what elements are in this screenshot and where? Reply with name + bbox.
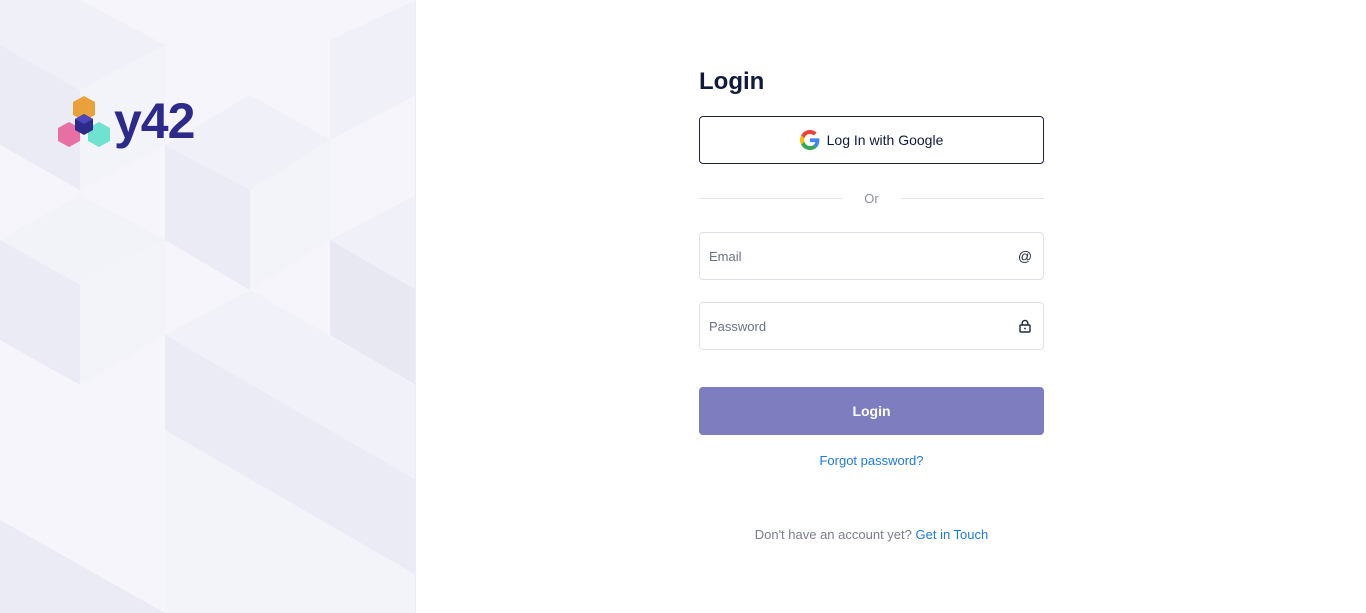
isometric-background	[0, 0, 415, 613]
or-divider: Or	[699, 188, 1045, 208]
email-field-wrapper: @	[699, 232, 1044, 280]
login-form: Login Log In with Google Or @	[699, 62, 1045, 542]
google-icon	[799, 130, 820, 150]
divider-line-left	[699, 197, 843, 199]
password-field-wrapper	[699, 302, 1044, 350]
google-login-button[interactable]: Log In with Google	[699, 116, 1044, 164]
page-title: Login	[699, 68, 765, 95]
login-submit-button[interactable]: Login	[699, 387, 1044, 435]
divider-line-right	[900, 197, 1045, 199]
get-in-touch-link[interactable]: Get in Touch	[916, 527, 989, 542]
divider-text: Or	[864, 190, 879, 206]
brand-panel: y42	[0, 0, 416, 613]
hexagon-cluster-logo-icon	[58, 96, 110, 147]
at-icon: @	[1017, 248, 1033, 264]
forgot-password-link[interactable]: Forgot password?	[699, 453, 1044, 468]
signup-prompt: Don't have an account yet? Get in Touch	[699, 527, 1044, 542]
email-field[interactable]	[709, 248, 1016, 264]
y42-logo: y42	[56, 93, 195, 150]
signup-prompt-text: Don't have an account yet?	[754, 527, 912, 542]
google-login-label: Log In with Google	[826, 132, 944, 148]
brand-wordmark: y42	[114, 93, 195, 149]
password-field[interactable]	[709, 318, 1016, 334]
lock-icon	[1016, 317, 1034, 335]
